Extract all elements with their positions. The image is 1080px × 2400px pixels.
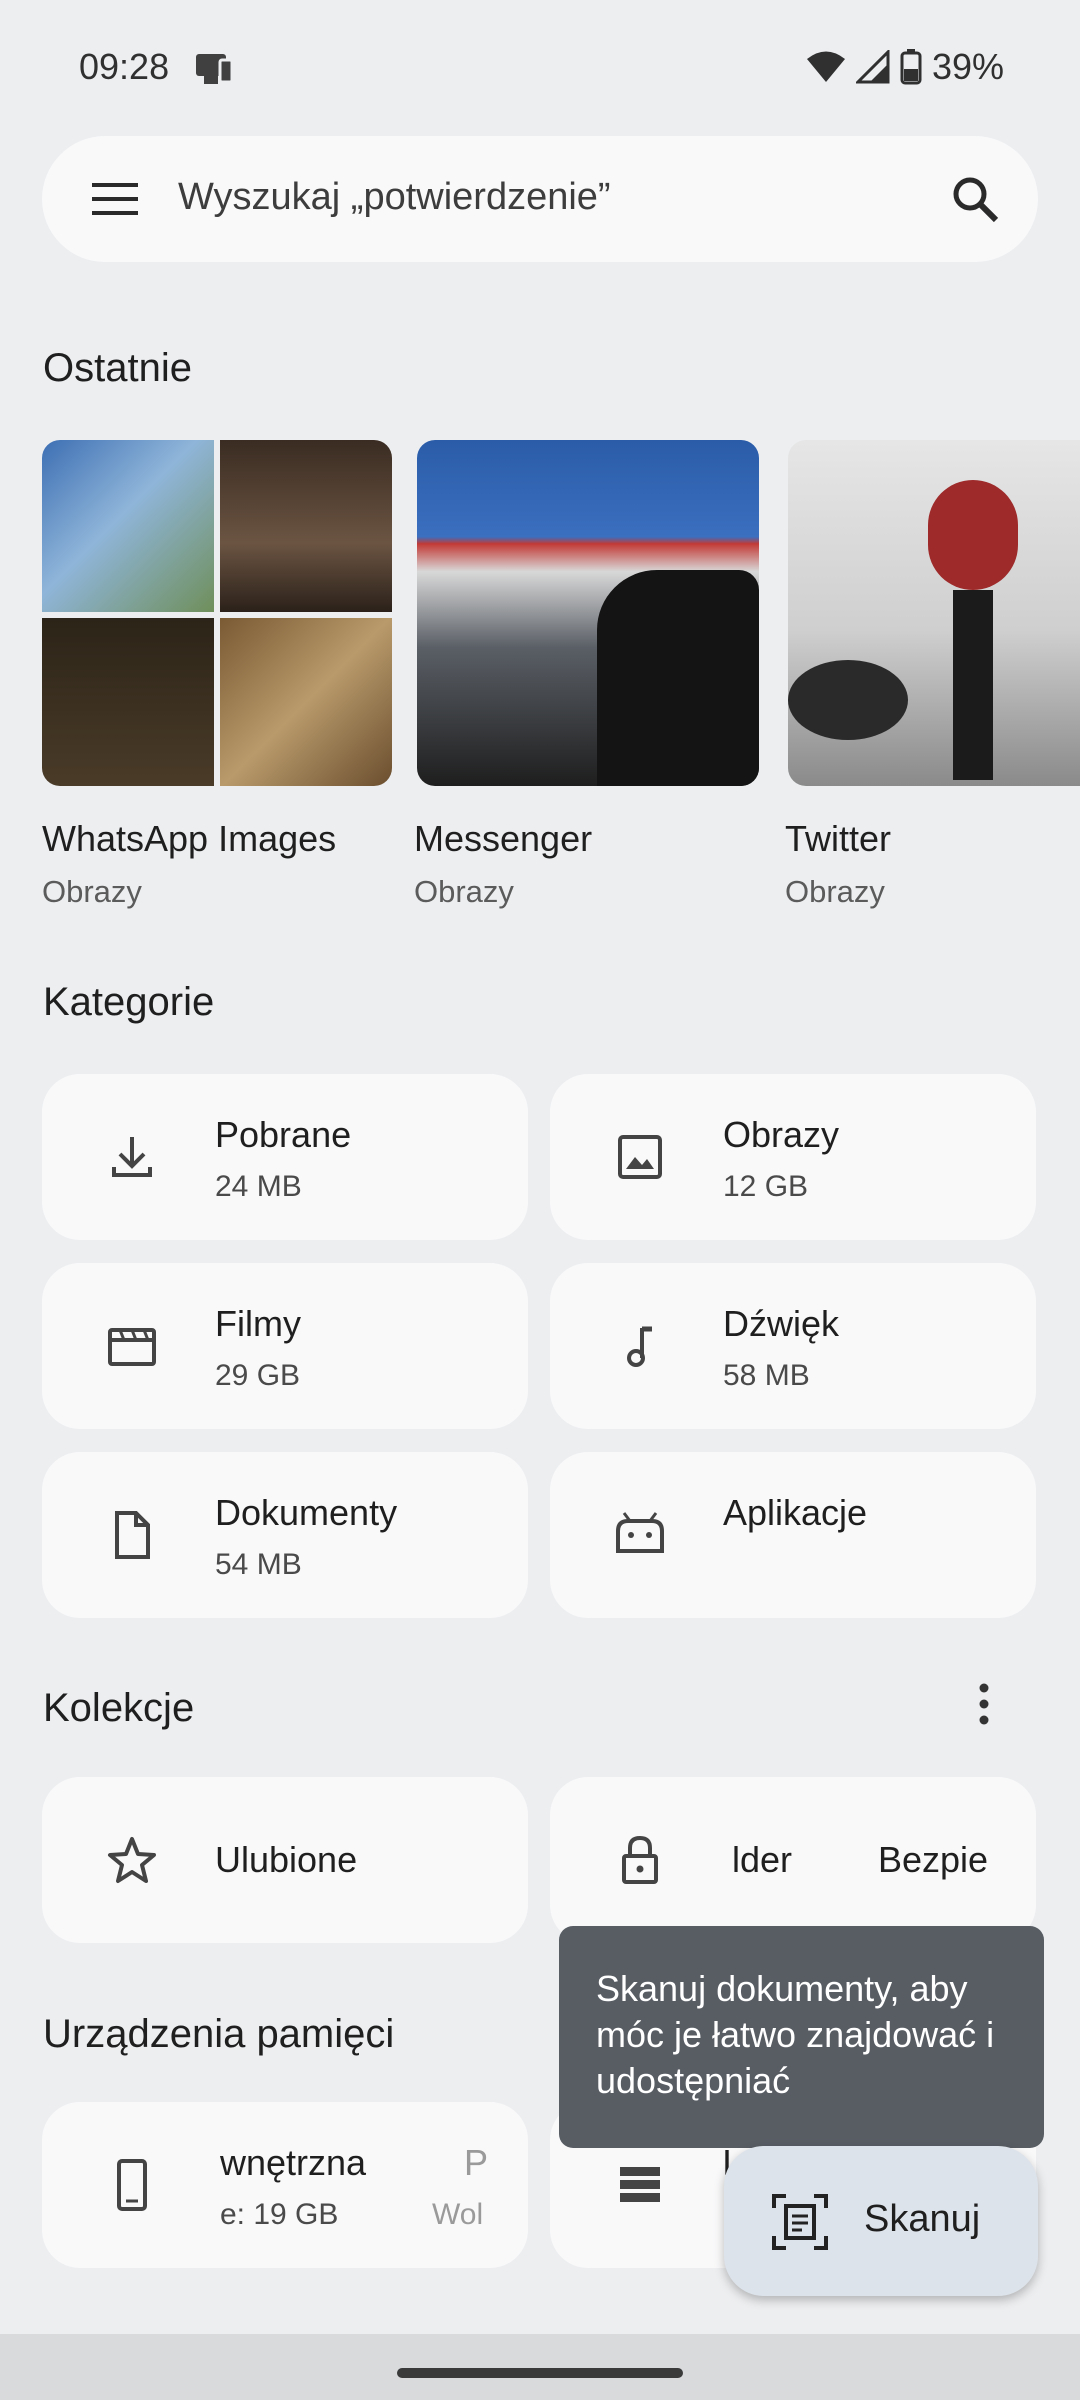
collection-label: lder: [732, 1839, 793, 1880]
recent-item-name: WhatsApp Images: [42, 818, 337, 859]
category-size: 12 GB: [723, 1170, 809, 1203]
star-icon: [104, 1832, 160, 1888]
search-icon[interactable]: [950, 174, 1000, 229]
storage-free-secondary: Wol: [432, 2198, 484, 2231]
category-label: Aplikacje: [723, 1492, 868, 1533]
download-icon: [104, 1129, 160, 1185]
category-size: 54 MB: [215, 1548, 302, 1581]
recent-item-type: Obrazy: [785, 874, 885, 909]
recent-thumbnail: [788, 440, 1080, 786]
lock-icon: [612, 1832, 668, 1888]
music-note-icon: [612, 1318, 668, 1374]
collection-label-secondary: Bezpie: [878, 1839, 989, 1880]
recent-item-whatsapp[interactable]: WhatsApp Images Obrazy: [42, 440, 392, 920]
document-icon: [104, 1507, 160, 1563]
storage-title: Urządzenia pamięci: [43, 2012, 395, 2056]
collection-safe-folder[interactable]: lder Bezpie: [550, 1777, 1036, 1943]
battery-percent: 39%: [931, 46, 1004, 87]
battery-icon: [900, 49, 922, 85]
more-options-icon[interactable]: [970, 1680, 998, 1735]
storage-label-secondary: P: [464, 2142, 489, 2183]
status-bar: 09:28 39%: [0, 0, 1080, 134]
category-audio[interactable]: Dźwięk 58 MB: [550, 1263, 1036, 1429]
category-downloads[interactable]: Pobrane 24 MB: [42, 1074, 528, 1240]
recent-thumbnail: [42, 440, 392, 786]
recent-item-twitter[interactable]: Twitter Obrazy: [785, 440, 1080, 920]
recent-item-name: Twitter: [785, 818, 892, 859]
category-label: Dźwięk: [723, 1303, 840, 1344]
navigation-bar: [0, 2334, 1080, 2400]
category-size: 58 MB: [723, 1359, 810, 1392]
category-movies[interactable]: Filmy 29 GB: [42, 1263, 528, 1429]
storage-internal[interactable]: wnętrzna e: 19 GB P Wol: [42, 2102, 528, 2268]
recent-item-messenger[interactable]: Messenger Obrazy: [414, 440, 760, 920]
scan-tooltip: Skanuj dokumenty, aby móc je łatwo znajd…: [559, 1926, 1044, 2148]
android-icon: [612, 1507, 668, 1563]
status-right: 39%: [806, 46, 1004, 88]
category-images[interactable]: Obrazy 12 GB: [550, 1074, 1036, 1240]
category-label: Pobrane: [215, 1114, 352, 1155]
category-apps[interactable]: Aplikacje: [550, 1452, 1036, 1618]
movie-icon: [104, 1318, 160, 1374]
recent-item-name: Messenger: [414, 818, 593, 859]
home-gesture-handle[interactable]: [397, 2368, 683, 2378]
collections-title: Kolekcje: [43, 1686, 195, 1730]
image-icon: [612, 1129, 668, 1185]
phone-icon: [104, 2157, 160, 2213]
categories-title: Kategorie: [43, 980, 215, 1024]
status-time: 09:28: [79, 46, 170, 87]
recent-item-type: Obrazy: [414, 874, 514, 909]
recent-list: WhatsApp Images Obrazy Messenger Obrazy …: [0, 440, 1080, 920]
category-size: 24 MB: [215, 1170, 302, 1203]
menu-icon[interactable]: [90, 177, 140, 226]
category-size: 29 GB: [215, 1359, 301, 1392]
recent-title: Ostatnie: [43, 346, 192, 390]
device-notification-icon: [194, 50, 234, 91]
category-documents[interactable]: Dokumenty 54 MB: [42, 1452, 528, 1618]
recent-thumbnail: [417, 440, 759, 786]
signal-icon: [855, 50, 890, 84]
wifi-icon: [806, 51, 845, 82]
search-bar[interactable]: Wyszukaj „potwierdzenie”: [42, 136, 1038, 262]
collection-favorites[interactable]: Ulubione: [42, 1777, 528, 1943]
storage-free: e: 19 GB: [220, 2198, 339, 2231]
category-label: Dokumenty: [215, 1492, 398, 1533]
document-scanner-icon: [770, 2192, 830, 2257]
tooltip-text: Skanuj dokumenty, aby móc je łatwo znajd…: [596, 1968, 995, 2101]
search-placeholder[interactable]: Wyszukaj „potwierdzenie”: [178, 176, 611, 219]
storage-label: wnętrzna: [220, 2142, 367, 2183]
scan-button[interactable]: Skanuj: [724, 2146, 1038, 2296]
collection-label: Ulubione: [215, 1839, 358, 1880]
recent-item-type: Obrazy: [42, 874, 142, 909]
scan-button-label: Skanuj: [864, 2198, 981, 2240]
storage-icon: [612, 2157, 668, 2213]
category-label: Filmy: [215, 1303, 301, 1344]
category-label: Obrazy: [723, 1114, 840, 1155]
